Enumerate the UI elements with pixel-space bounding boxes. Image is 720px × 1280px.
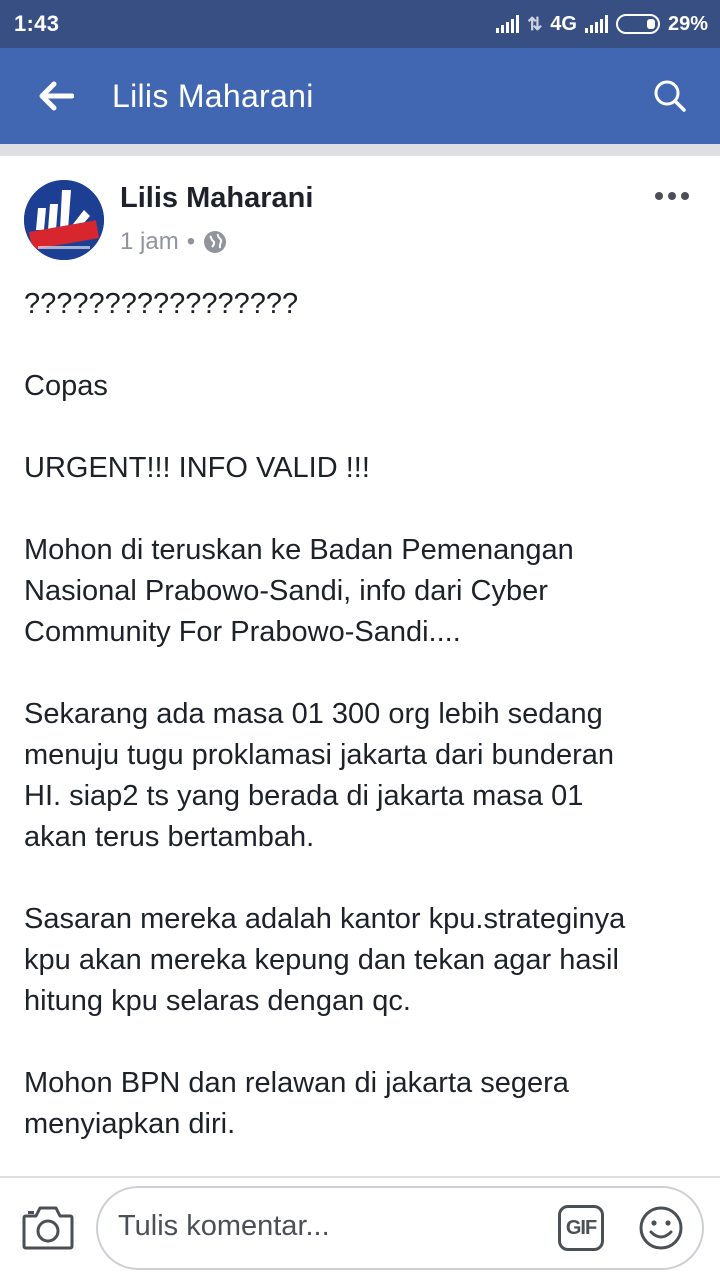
- meta-separator: •: [186, 228, 196, 255]
- post-author[interactable]: Lilis Maharani: [120, 182, 313, 215]
- page-title: Lilis Maharani: [112, 77, 314, 114]
- gif-button[interactable]: GIF: [558, 1205, 604, 1251]
- network-type: 4G: [550, 12, 577, 35]
- back-arrow-icon: [39, 81, 74, 111]
- status-bar: 1:43 ⇅ 4G 29%: [0, 0, 720, 48]
- camera-icon: [22, 1206, 74, 1250]
- globe-icon: [204, 231, 227, 253]
- signal-icon: [496, 15, 520, 33]
- post-paragraph: ?????????????????: [24, 288, 299, 320]
- post-paragraph: Copas: [24, 370, 108, 402]
- more-options-button[interactable]: [648, 184, 696, 208]
- avatar[interactable]: [24, 180, 104, 260]
- emoji-button[interactable]: [638, 1205, 684, 1251]
- post-time[interactable]: 1 jam: [120, 228, 179, 256]
- more-dot-icon: [655, 192, 663, 200]
- more-dot-icon: [668, 192, 676, 200]
- post-paragraph: URGENT!!! INFO VALID !!!: [24, 452, 370, 484]
- emoji-icon: [639, 1206, 683, 1250]
- comment-bar: Tulis komentar... GIF: [0, 1178, 720, 1280]
- battery-icon: [615, 14, 660, 34]
- post-meta: 1 jam •: [120, 228, 227, 256]
- post-paragraph: Sasaran mereka adalah kantor kpu.strateg…: [24, 903, 626, 1017]
- header-divider: [0, 144, 720, 156]
- avatar-image: [24, 180, 104, 260]
- search-icon: [654, 80, 686, 112]
- post-paragraph: Mohon BPN dan relawan di jakarta segera …: [24, 1067, 569, 1140]
- post-paragraph: Mohon di teruskan ke Badan Pemenangan Na…: [24, 534, 574, 648]
- data-transfer-icon: ⇅: [527, 13, 543, 34]
- status-icons: ⇅ 4G 29%: [496, 13, 708, 36]
- post-paragraph: Sekarang ada masa 01 300 org lebih sedan…: [24, 698, 615, 853]
- search-button[interactable]: [620, 48, 720, 144]
- post: Lilis Maharani 1 jam • ?????????????????…: [0, 156, 720, 1176]
- status-time: 1:43: [14, 11, 60, 36]
- battery-level: 29%: [667, 12, 708, 35]
- comment-placeholder: Tulis komentar...: [118, 1210, 330, 1242]
- post-body: ????????????????? Copas URGENT!!! INFO V…: [24, 284, 696, 1186]
- comment-input[interactable]: Tulis komentar... GIF: [96, 1186, 704, 1270]
- more-dot-icon: [681, 192, 689, 200]
- app-bar: Lilis Maharani: [0, 48, 720, 144]
- camera-button[interactable]: [22, 1202, 74, 1252]
- back-button[interactable]: [0, 48, 112, 144]
- signal-2-icon: [584, 15, 608, 33]
